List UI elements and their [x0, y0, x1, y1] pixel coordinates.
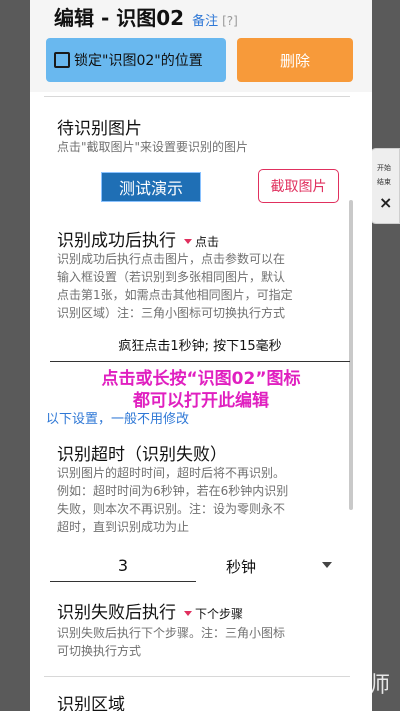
success-desc-line-2: 输入框设置（若识别到多张相同图片，默认 — [57, 270, 286, 284]
lock-position-label: 锁定"识图02"的位置 — [74, 53, 203, 69]
lock-position-button[interactable]: 锁定"识图02"的位置 — [46, 38, 226, 82]
remark-link[interactable]: 备注 — [192, 10, 218, 29]
region-title: 识别区域 — [57, 695, 125, 711]
floating-start-label: 开始 — [377, 164, 391, 172]
advanced-settings-label: 以下设置，一般不用修改 — [46, 412, 190, 427]
fail-action-title: 识别失败后执行 — [57, 603, 176, 623]
fail-action-row: 识别失败后执行 下个步骤 — [57, 598, 243, 623]
timeout-desc-line-1: 识别图片的超时时间，超时后将不再识别。 — [57, 466, 286, 480]
page-title: 编辑 - 识图02 — [54, 6, 185, 30]
timeout-desc-line-4: 超时，直到识别成功为止 — [57, 520, 190, 534]
dialog-header: 编辑 - 识图02 备注 [?] — [54, 2, 238, 30]
divider — [44, 676, 350, 677]
test-demo-button[interactable]: 测试演示 — [101, 172, 201, 202]
success-action-row: 识别成功后执行 点击 — [57, 226, 219, 251]
capture-image-label: 截取图片 — [270, 179, 327, 195]
image-section-title: 待识别图片 — [57, 119, 142, 139]
delete-button[interactable]: 删除 — [237, 38, 353, 82]
fail-action-mode[interactable]: 下个步骤 — [195, 607, 243, 621]
close-icon[interactable]: ⨯ — [379, 193, 392, 212]
timeout-desc-line-2: 例如：超时时间为6秒钟，若在6秒钟内识别 — [57, 484, 289, 498]
click-params-input[interactable]: 疯狂点击1秒钟; 按下15毫秒 — [50, 332, 350, 362]
test-demo-label: 测试演示 — [118, 179, 183, 198]
edit-dialog: 编辑 - 识图02 备注 [?] 锁定"识图02"的位置 删除 待识别图片 点击… — [30, 0, 372, 711]
success-action-mode[interactable]: 点击 — [195, 235, 219, 249]
fail-desc-line-2: 可切换执行方式 — [57, 644, 142, 658]
success-desc-line-4: 识别区域）注：三角小图标可切换执行方式 — [57, 306, 286, 320]
chevron-down-icon[interactable] — [322, 562, 332, 568]
success-action-title: 识别成功后执行 — [57, 231, 176, 251]
timeout-input[interactable]: 3 — [50, 550, 196, 582]
divider — [44, 96, 350, 97]
help-link[interactable]: [?] — [222, 14, 238, 28]
capture-image-button[interactable]: 截取图片 — [258, 169, 339, 203]
success-desc-line-3: 点击第1张，如需点击其他相同图片，可指定 — [57, 288, 293, 302]
success-desc-line-1: 识别成功后执行点击图片，点击参数可以在 — [57, 252, 286, 266]
fail-desc-line-1: 识别失败后执行下个步骤。注：三角小图标 — [57, 626, 286, 640]
floating-control-panel[interactable]: 开始 结束 ⨯ — [370, 148, 400, 224]
dropdown-triangle-icon[interactable] — [184, 239, 192, 244]
timeout-unit-select[interactable]: 秒钟 — [226, 556, 256, 577]
image-section-desc: 点击"截取图片"来设置要识别的图片 — [57, 140, 249, 154]
floating-end-label: 结束 — [377, 178, 391, 186]
lock-checkbox[interactable] — [54, 52, 70, 68]
timeout-desc-line-3: 失败，则本次不再识别。注：设为零则永不 — [57, 502, 286, 516]
delete-label: 删除 — [279, 51, 310, 70]
dropdown-triangle-icon[interactable] — [184, 611, 192, 616]
timeout-title: 识别超时（识别失败） — [57, 445, 227, 465]
